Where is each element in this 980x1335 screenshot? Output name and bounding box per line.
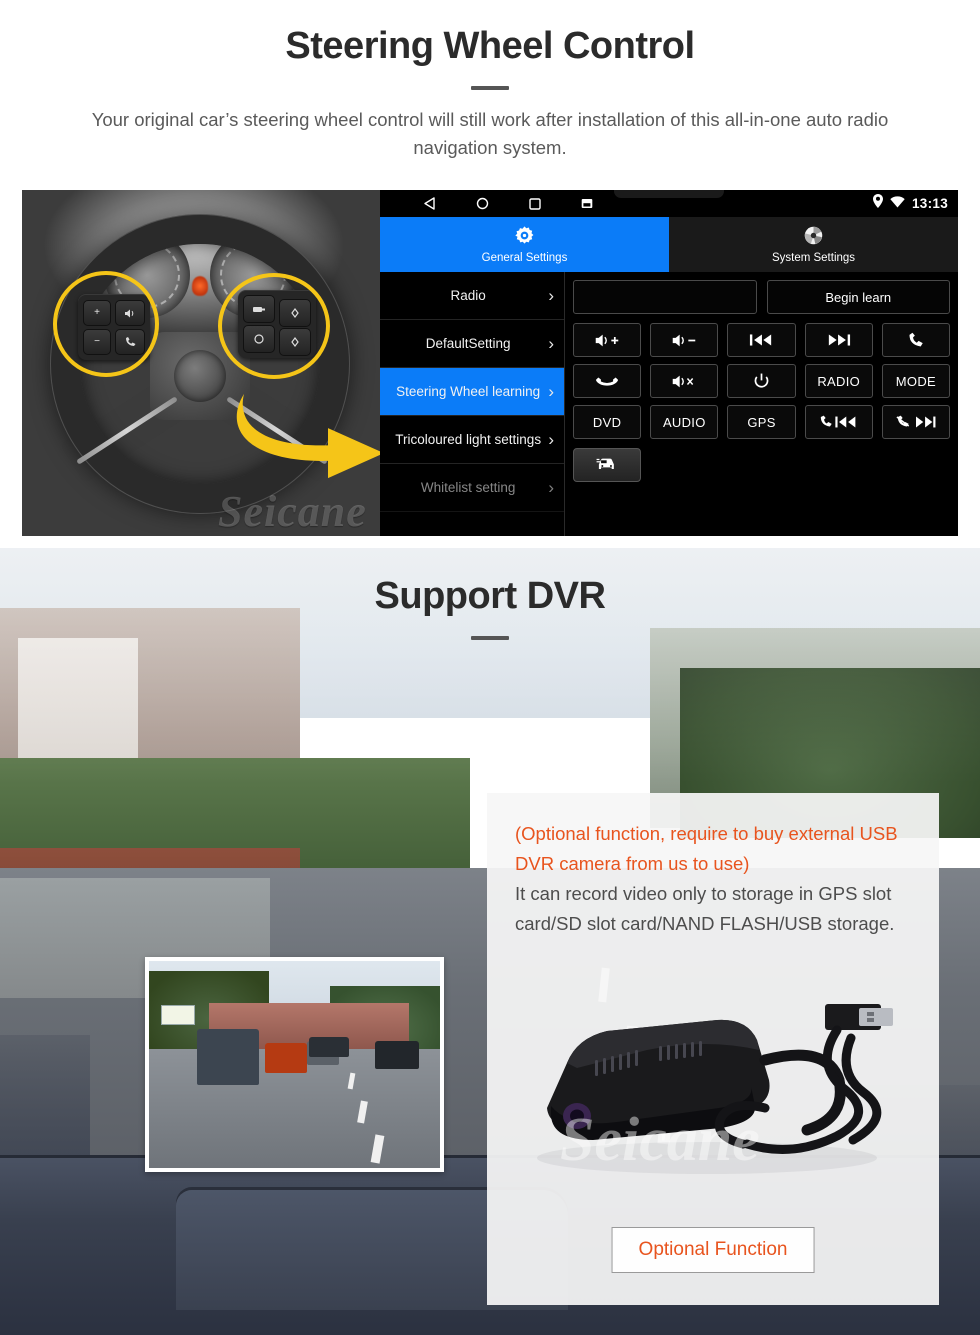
tab-general-settings[interactable]: General Settings — [380, 217, 669, 272]
preview-roadsign — [161, 1005, 195, 1025]
dvr-info-card: (Optional function, require to buy exter… — [487, 793, 939, 1305]
dvr-title-divider — [471, 635, 509, 640]
location-pin-icon — [872, 194, 883, 213]
dvd-button[interactable]: DVD — [573, 405, 642, 439]
gear-icon — [514, 225, 535, 249]
dvr-title: Support DVR — [374, 575, 606, 617]
optional-function-button[interactable]: Optional Function — [611, 1227, 815, 1273]
chevron-right-icon: › — [548, 381, 554, 401]
function-button-grid: RADIO MODE DVD AUDIO GPS — [573, 323, 950, 439]
phone-reject-next-button[interactable] — [881, 405, 950, 439]
curved-arrow-icon — [236, 393, 380, 479]
car-icon — [596, 454, 618, 477]
dvr-recording-preview — [145, 957, 444, 1172]
steering-wheel-photo: + − Seicane — [22, 190, 380, 536]
tab-system-settings-label: System Settings — [771, 252, 856, 264]
back-triangle-icon[interactable] — [424, 197, 436, 210]
preview-vehicle — [309, 1037, 349, 1057]
dvr-section-header: Support DVR — [0, 575, 980, 656]
steering-wheel-section-header: Steering Wheel Control Your original car… — [0, 0, 980, 163]
status-clock: 13:13 — [911, 196, 948, 211]
tab-system-settings[interactable]: System Settings — [669, 217, 958, 272]
status-icons: 13:13 — [872, 190, 948, 217]
mute-button[interactable] — [650, 364, 719, 398]
phone-hangup-button[interactable] — [573, 364, 642, 398]
phone-answer-button[interactable] — [881, 323, 950, 357]
steering-learning-controls: Begin learn RADIO MODE DVD AUDIO GPS — [565, 272, 958, 536]
steering-wheel-panel: + − Seicane 13:13 General Settings Syste… — [22, 190, 958, 536]
android-status-bar: 13:13 — [380, 190, 958, 217]
chevron-right-icon: › — [548, 333, 554, 353]
preview-vehicle — [197, 1029, 259, 1085]
tab-general-settings-label: General Settings — [481, 252, 568, 264]
menu-item-label: Whitelist setting — [420, 479, 516, 495]
menu-item-label: DefaultSetting — [425, 335, 511, 351]
volume-up-button[interactable] — [573, 323, 642, 357]
preview-vehicle — [265, 1043, 307, 1073]
menu-item-whitelist-setting[interactable]: Whitelist setting › — [380, 464, 564, 512]
section-subtitle: Your original car’s steering wheel contr… — [91, 108, 889, 159]
audio-button[interactable]: AUDIO — [650, 405, 719, 439]
head-unit-screenshot: 13:13 General Settings System Settings R… — [380, 190, 958, 536]
chevron-right-icon: › — [548, 285, 554, 305]
chevron-right-icon: › — [548, 429, 554, 449]
page-title: Steering Wheel Control — [285, 25, 695, 67]
volume-down-button[interactable] — [650, 323, 719, 357]
power-button[interactable] — [727, 364, 796, 398]
next-track-button[interactable] — [804, 323, 873, 357]
radio-button[interactable]: RADIO — [804, 364, 873, 398]
highlight-circle-left — [53, 271, 159, 377]
dvr-storage-note: It can record video only to storage in G… — [515, 882, 895, 934]
menu-item-label: Steering Wheel learning — [396, 383, 541, 399]
mode-button[interactable]: MODE — [881, 364, 950, 398]
begin-learn-button[interactable]: Begin learn — [766, 280, 950, 314]
screenshot-icon[interactable] — [581, 198, 593, 209]
chevron-right-icon: › — [548, 477, 554, 497]
dvr-optional-note: (Optional function, require to buy exter… — [515, 823, 898, 874]
system-gear-icon — [803, 225, 824, 249]
watermark: Seicane — [560, 1106, 760, 1174]
menu-item-tricoloured-light-settings[interactable]: Tricoloured light settings › — [380, 416, 564, 464]
car-icon-button[interactable] — [573, 448, 641, 482]
learn-row: Begin learn — [573, 280, 950, 314]
menu-item-defaultsetting[interactable]: DefaultSetting › — [380, 320, 564, 368]
settings-menu-list: Radio › DefaultSetting › Steering Wheel … — [380, 272, 565, 536]
wifi-icon — [890, 195, 905, 213]
settings-tabs: General Settings System Settings — [380, 217, 958, 272]
home-circle-icon[interactable] — [476, 197, 489, 210]
settings-body: Radio › DefaultSetting › Steering Wheel … — [380, 272, 958, 536]
android-nav-keys[interactable] — [424, 197, 593, 210]
menu-item-radio[interactable]: Radio › — [380, 272, 564, 320]
product-feature-page: Steering Wheel Control Your original car… — [0, 0, 980, 1335]
phone-previous-button[interactable] — [804, 405, 873, 439]
learn-input-field[interactable] — [573, 280, 757, 314]
airbag-badge — [174, 350, 226, 402]
preview-vehicle — [375, 1041, 419, 1069]
previous-track-button[interactable] — [727, 323, 796, 357]
menu-item-label: Tricoloured light settings — [395, 431, 542, 447]
title-divider — [471, 85, 509, 90]
menu-item-label: Radio — [450, 287, 486, 303]
menu-item-steering-wheel-learning[interactable]: Steering Wheel learning › — [380, 368, 564, 416]
status-notch — [614, 190, 724, 198]
highlight-circle-right — [218, 273, 330, 379]
recents-square-icon[interactable] — [529, 197, 541, 210]
gps-button[interactable]: GPS — [727, 405, 796, 439]
